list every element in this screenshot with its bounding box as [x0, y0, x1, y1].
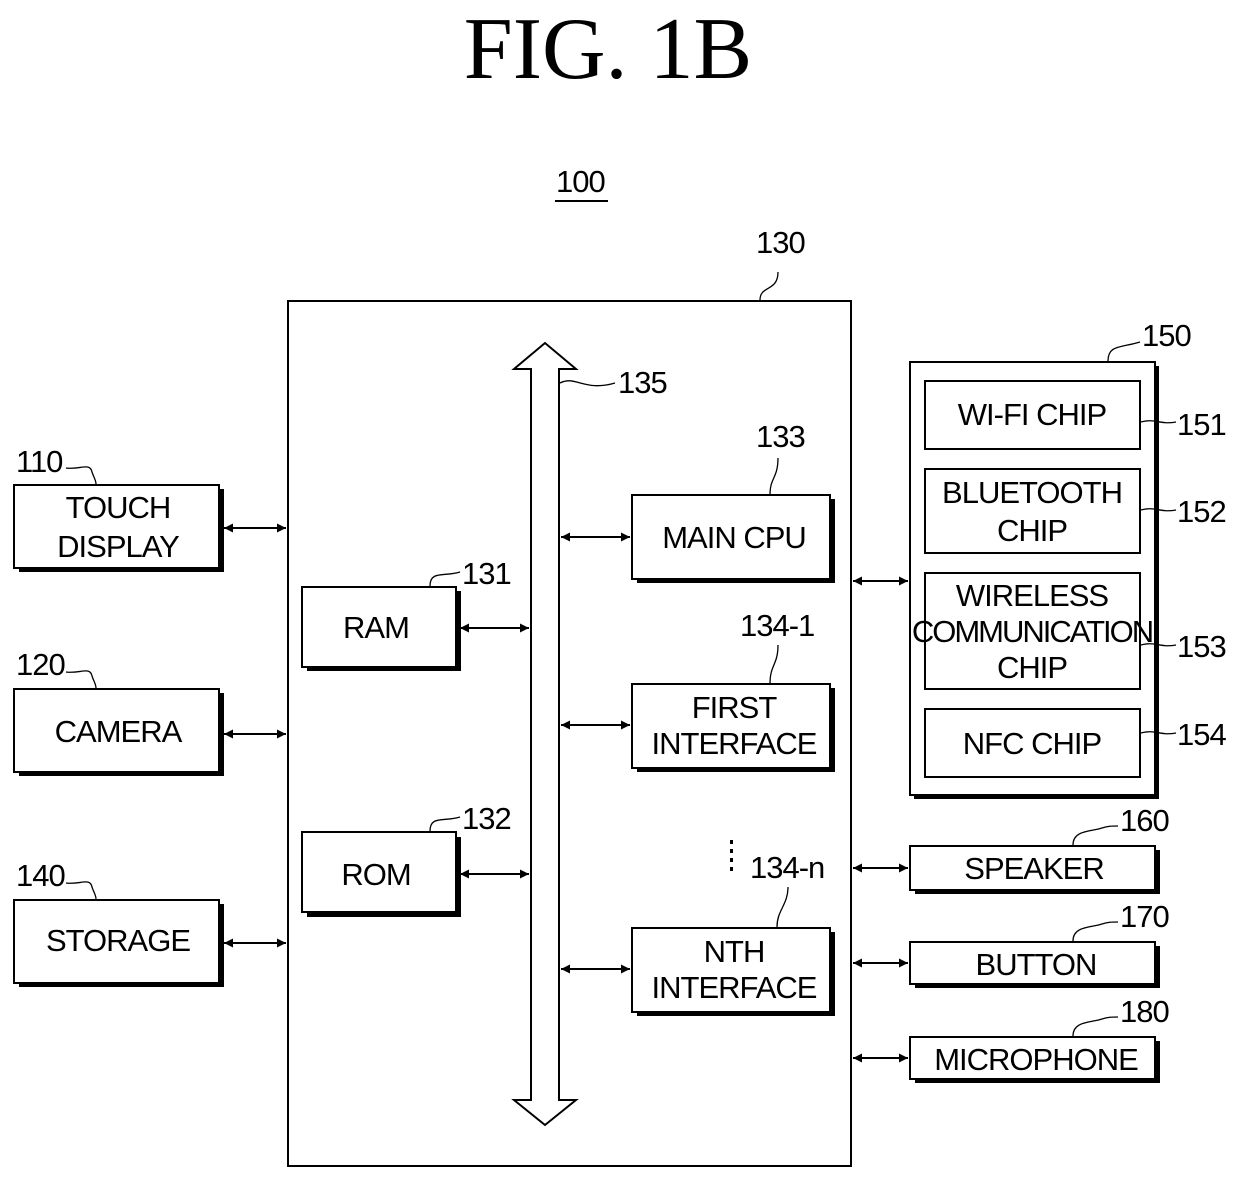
nth-interface-label-line2: INTERFACE [652, 970, 817, 1005]
bluetooth-chip-label-line1: BLUETOOTH [942, 475, 1122, 510]
storage-block: STORAGE 140 [13, 858, 286, 987]
wireless-chip-label-line3: CHIP [997, 650, 1067, 685]
touch-display-label-line2: DISPLAY [57, 529, 179, 564]
nth-interface-label-line1: NTH [704, 934, 765, 969]
microphone-leader [1072, 1016, 1119, 1037]
button-block: BUTTON 170 [853, 899, 1170, 988]
speaker-ref: 160 [1120, 803, 1169, 838]
camera-label: CAMERA [55, 714, 183, 749]
first-interface-label-line1: FIRST [692, 690, 778, 725]
first-interface-ref: 134-1 [740, 608, 814, 643]
main-cpu-label: MAIN CPU [662, 520, 806, 555]
microphone-ref: 180 [1120, 994, 1169, 1029]
bus-ref: 135 [618, 365, 667, 400]
camera-leader [65, 670, 97, 689]
device-ref: 100 [556, 164, 605, 199]
speaker-block: SPEAKER 160 [853, 803, 1170, 894]
touch-display-block: TOUCH DISPLAY 110 [13, 444, 286, 572]
nth-interface-ref: 134-n [750, 850, 824, 885]
touch-display-label-line1: TOUCH [66, 490, 171, 525]
communicator-ref: 150 [1142, 318, 1191, 353]
touch-display-leader [65, 466, 97, 485]
ram-label: RAM [343, 610, 409, 645]
nfc-chip-ref: 154 [1177, 717, 1226, 752]
figure-title: FIG. 1B [464, 1, 753, 98]
rom-ref: 132 [462, 801, 511, 836]
button-component-leader [1072, 921, 1119, 942]
communicator-leader [1107, 341, 1141, 362]
wifi-chip-label: WI-FI CHIP [958, 397, 1107, 432]
button-component-ref: 170 [1120, 899, 1169, 934]
wireless-chip-ref: 153 [1177, 629, 1226, 664]
ram-ref: 131 [462, 556, 511, 591]
wireless-chip-label-line2: COMMUNICATION [912, 614, 1152, 649]
speaker-label: SPEAKER [964, 851, 1103, 886]
microphone-block: MICROPHONE 180 [853, 994, 1170, 1083]
bluetooth-chip-ref: 152 [1177, 494, 1226, 529]
block-diagram: FIG. 1B 100 130 135 RAM 131 ROM 132 MAIN… [13, 1, 1227, 1167]
storage-leader [65, 881, 97, 900]
controller-ref: 130 [756, 225, 805, 260]
microphone-label: MICROPHONE [934, 1042, 1138, 1077]
controller-leader [759, 271, 779, 301]
speaker-leader [1072, 825, 1119, 846]
touch-display-ref: 110 [16, 444, 63, 479]
main-cpu-ref: 133 [756, 419, 805, 454]
camera-block: CAMERA 120 [13, 647, 286, 776]
button-component-label: BUTTON [976, 947, 1097, 982]
wifi-chip-ref: 151 [1177, 407, 1226, 442]
nfc-chip-label: NFC CHIP [963, 726, 1102, 761]
storage-label: STORAGE [46, 923, 190, 958]
first-interface-label-line2: INTERFACE [652, 726, 817, 761]
communicator-block: 150 WI-FI CHIP 151 BLUETOOTH CHIP 152 WI… [853, 318, 1227, 799]
rom-label: ROM [341, 857, 410, 892]
bluetooth-chip-label-line2: CHIP [997, 513, 1067, 548]
wireless-chip-label-line1: WIRELESS [956, 578, 1109, 613]
camera-ref: 120 [16, 647, 65, 682]
storage-ref: 140 [16, 858, 65, 893]
